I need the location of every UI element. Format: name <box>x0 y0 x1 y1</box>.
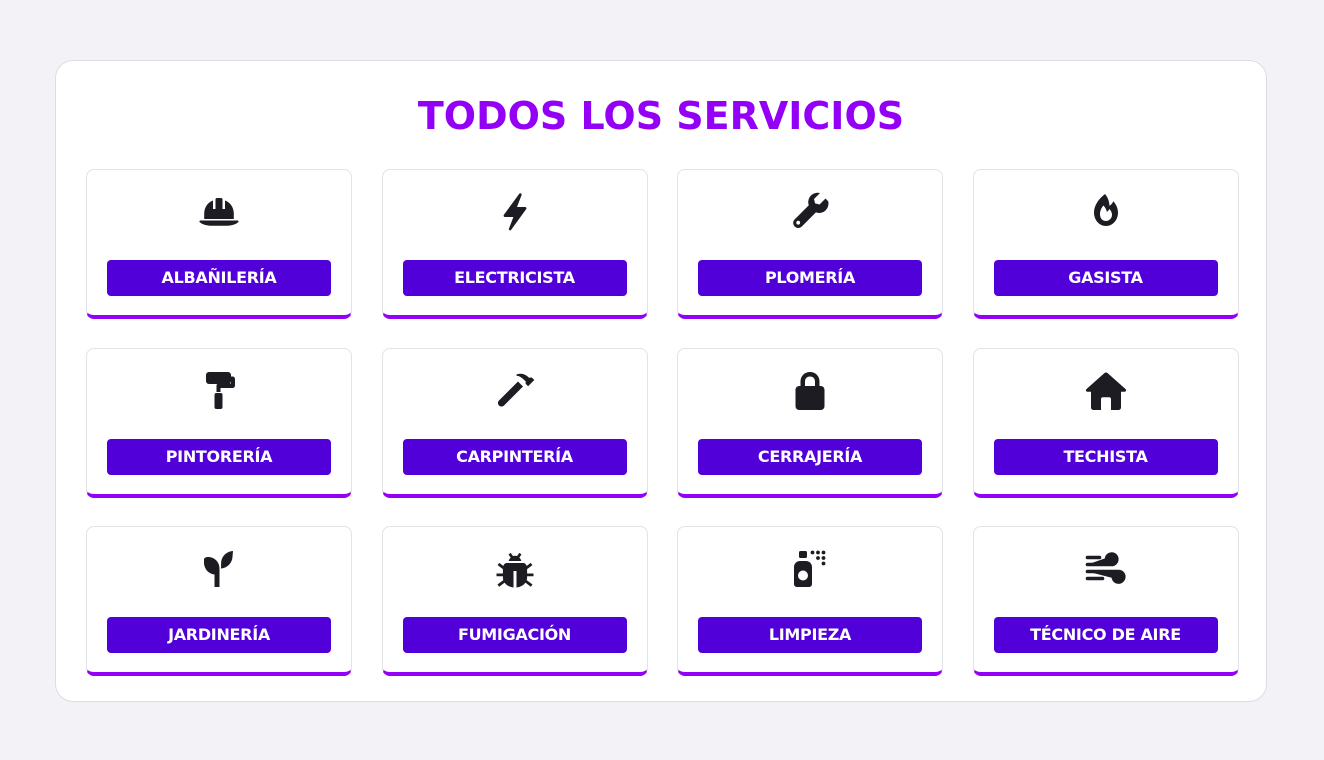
service-card-fumigacion[interactable]: FUMIGACIÓN <box>381 526 648 676</box>
albanileria-button[interactable]: ALBAÑILERÍA <box>107 260 331 296</box>
pintoreria-button[interactable]: PINTORERÍA <box>107 438 331 475</box>
service-card-electricista[interactable]: ELECTRICISTA <box>381 169 648 319</box>
plomeria-button[interactable]: PLOMERÍA <box>698 260 922 296</box>
services-grid: ALBAÑILERÍA ELECTRICISTA PLOMERÍA GASIST… <box>86 169 1239 676</box>
wrench-icon <box>787 190 833 234</box>
house-icon <box>1083 369 1129 413</box>
seedling-icon <box>196 547 242 591</box>
fire-icon <box>1083 190 1129 234</box>
carpinteria-button[interactable]: CARPINTERÍA <box>402 438 627 475</box>
wind-icon <box>1083 547 1129 591</box>
service-card-albanileria[interactable]: ALBAÑILERÍA <box>86 169 352 319</box>
service-card-limpieza[interactable]: LIMPIEZA <box>677 526 943 676</box>
service-card-pintoreria[interactable]: PINTORERÍA <box>86 347 352 498</box>
service-card-techista[interactable]: TECHISTA <box>972 347 1239 498</box>
jardineria-button[interactable]: JARDINERÍA <box>107 617 331 653</box>
hard-hat-icon <box>196 190 242 234</box>
spray-can-icon <box>787 547 833 591</box>
page-title: TODOS LOS SERVICIOS <box>417 94 905 138</box>
services-panel: TODOS LOS SERVICIOS ALBAÑILERÍA ELECTRIC… <box>55 60 1267 702</box>
gasista-button[interactable]: GASISTA <box>993 260 1218 296</box>
bolt-icon <box>492 190 538 234</box>
cerrajeria-button[interactable]: CERRAJERÍA <box>698 438 922 475</box>
service-card-carpinteria[interactable]: CARPINTERÍA <box>381 347 648 498</box>
service-card-jardineria[interactable]: JARDINERÍA <box>86 526 352 676</box>
service-card-plomeria[interactable]: PLOMERÍA <box>677 169 943 319</box>
bug-icon <box>492 547 538 591</box>
electricista-button[interactable]: ELECTRICISTA <box>402 260 627 296</box>
service-card-cerrajeria[interactable]: CERRAJERÍA <box>677 347 943 498</box>
limpieza-button[interactable]: LIMPIEZA <box>698 617 922 653</box>
lock-icon <box>787 369 833 413</box>
service-card-gasista[interactable]: GASISTA <box>972 169 1239 319</box>
service-card-tecnico-de-aire[interactable]: TÉCNICO DE AIRE <box>972 526 1239 676</box>
fumigacion-button[interactable]: FUMIGACIÓN <box>402 617 627 653</box>
tecnico-de-aire-button[interactable]: TÉCNICO DE AIRE <box>993 617 1218 653</box>
techista-button[interactable]: TECHISTA <box>993 438 1218 475</box>
hammer-icon <box>492 369 538 413</box>
paint-roller-icon <box>196 369 242 413</box>
